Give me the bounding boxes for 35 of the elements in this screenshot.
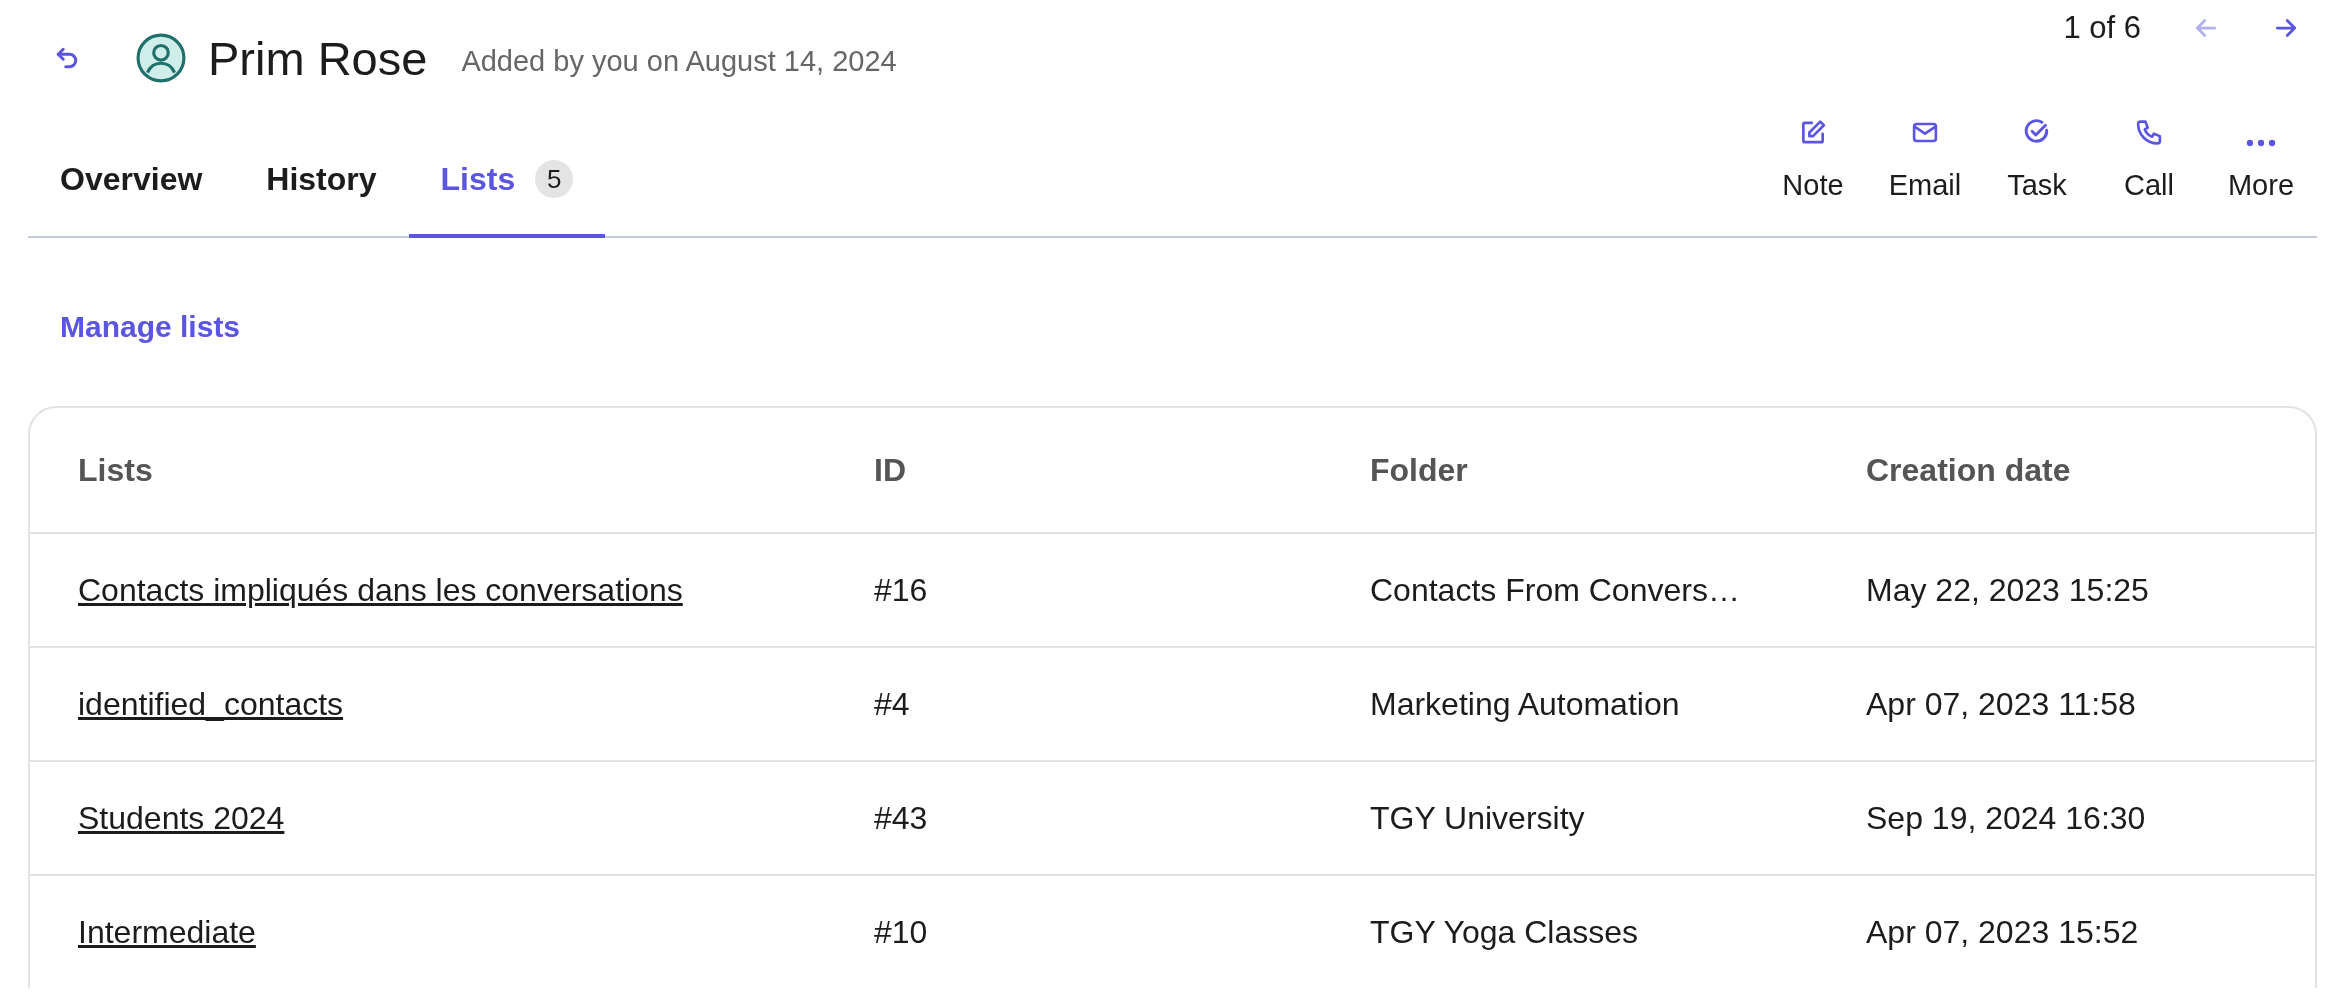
table-cell: TGY Yoga Classes bbox=[1370, 913, 1638, 950]
added-info: Added by you on August 14, 2024 bbox=[461, 43, 897, 78]
table-cell: #16 bbox=[874, 571, 928, 608]
more-icon bbox=[2246, 139, 2276, 147]
table-cell: TGY University bbox=[1370, 799, 1585, 836]
tab[interactable]: Overview bbox=[28, 160, 235, 238]
column-header: Creation date bbox=[1866, 451, 2072, 489]
column-header: ID bbox=[874, 451, 907, 489]
manage-lists-link[interactable]: Manage lists bbox=[60, 310, 241, 344]
table-cell: Contacts From Convers… bbox=[1370, 571, 1740, 608]
table-cell: #4 bbox=[874, 685, 910, 722]
table-cell: #43 bbox=[874, 799, 928, 836]
count-badge: 5 bbox=[535, 160, 574, 198]
table-cell: Apr 07, 2023 11:58 bbox=[1866, 685, 2136, 722]
column-header: Folder bbox=[1370, 451, 1469, 489]
table-cell: Apr 07, 2023 15:52 bbox=[1866, 913, 2139, 950]
column-header: Lists bbox=[78, 451, 154, 489]
table-cell: May 22, 2023 15:25 bbox=[1866, 571, 2149, 608]
list-link[interactable]: identified_contacts bbox=[78, 685, 344, 722]
call-button[interactable]: Call bbox=[2093, 118, 2205, 202]
table-cell: Marketing Automation bbox=[1370, 685, 1680, 722]
table-cell: #10 bbox=[874, 913, 928, 950]
list-link[interactable]: Students 2024 bbox=[78, 799, 285, 836]
email-button[interactable]: Email bbox=[1869, 118, 1981, 202]
tab[interactable]: History bbox=[234, 160, 409, 238]
note-button[interactable]: Note bbox=[1757, 118, 1869, 202]
table-cell: Sep 19, 2024 16:30 bbox=[1866, 799, 2146, 836]
more-button[interactable]: More bbox=[2205, 118, 2317, 202]
list-link[interactable]: Intermediate bbox=[78, 913, 256, 950]
list-link[interactable]: Contacts impliqués dans les conversations bbox=[78, 571, 683, 608]
tab[interactable]: Lists 5 bbox=[408, 160, 606, 238]
task-button[interactable]: Task bbox=[1981, 118, 2093, 202]
contact-name: Prim Rose bbox=[208, 30, 428, 86]
pager-count: 1 of 6 bbox=[2063, 10, 2141, 46]
avatar-icon bbox=[136, 33, 186, 83]
